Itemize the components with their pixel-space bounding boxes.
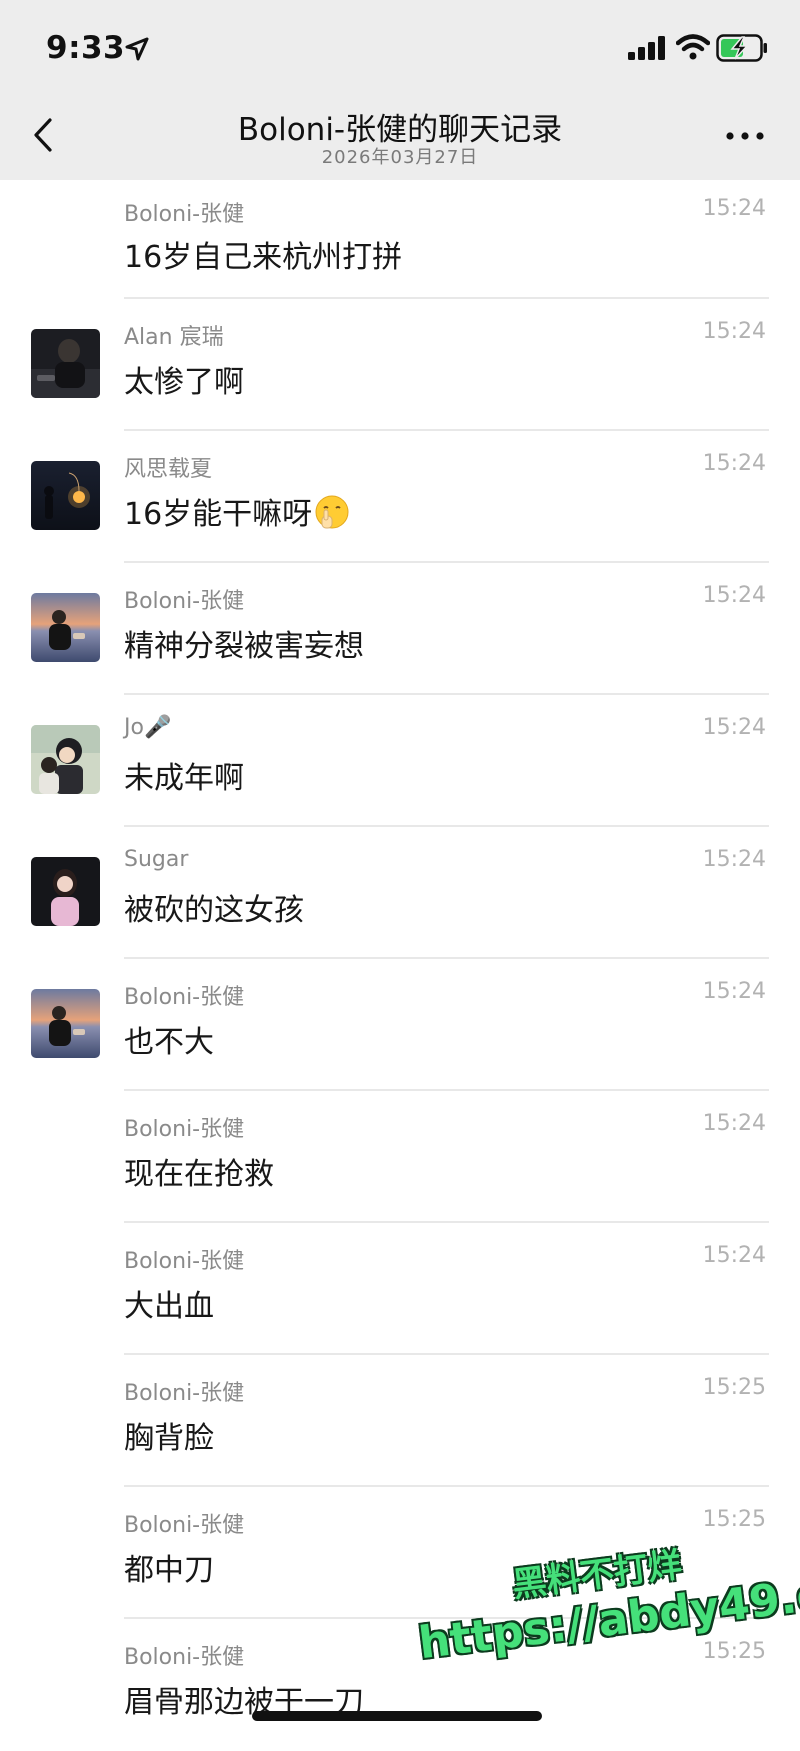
sender-name: Boloni-张健 (124, 589, 245, 614)
sender-name: Boloni-张健 (124, 1645, 245, 1670)
message-text: 未成年啊 (124, 761, 244, 796)
avatar[interactable] (31, 329, 100, 398)
avatar[interactable] (31, 593, 100, 662)
page-subtitle-date: 2026年03月27日 (321, 147, 479, 168)
message-time: 15:25 (702, 1375, 766, 1400)
message-time: 15:24 (702, 451, 766, 476)
sender-name: Boloni-张健 (124, 1381, 245, 1406)
avatar[interactable] (31, 461, 100, 530)
message-row[interactable]: 风思载夏 15:24 16岁能干嘛呀 (0, 431, 800, 563)
message-row[interactable]: Boloni-张健 15:25 眉骨那边被干一刀 (0, 1619, 800, 1751)
sender-name: Boloni-张健 (124, 1513, 245, 1538)
more-options-icon[interactable] (724, 130, 766, 142)
message-row[interactable]: Boloni-张健 15:24 也不大 (0, 959, 800, 1091)
message-time: 15:24 (702, 847, 766, 872)
avatar[interactable] (31, 857, 100, 926)
message-time: 15:24 (702, 715, 766, 740)
sender-name: 风思载夏 (124, 457, 213, 482)
message-time: 15:25 (702, 1507, 766, 1532)
message-time: 15:24 (702, 583, 766, 608)
message-text: 胸背脸 (124, 1421, 214, 1456)
message-row[interactable]: Alan 宸瑞 15:24 太惨了啊 (0, 299, 800, 431)
avatar[interactable] (31, 989, 100, 1058)
battery-charging-icon (716, 34, 767, 62)
home-indicator[interactable] (252, 1711, 542, 1721)
message-time: 15:24 (702, 1111, 766, 1136)
nav-bar: Boloni-张健的聊天记录 2026年03月27日 (0, 90, 800, 180)
location-arrow-icon (125, 37, 149, 61)
chat-record-list[interactable]: Boloni-张健 15:24 16岁自己来杭州打拼 Alan 宸瑞 15:24… (0, 180, 800, 1751)
message-time: 15:24 (702, 979, 766, 1004)
message-row[interactable]: Sugar 15:24 被砍的这女孩 (0, 827, 800, 959)
message-text: 大出血 (124, 1289, 214, 1324)
sender-name: Boloni-张健 (124, 1117, 245, 1142)
message-text: 都中刀 (124, 1553, 214, 1588)
sender-name: Jo🎤 (124, 715, 172, 740)
message-time: 15:24 (702, 196, 766, 221)
message-time: 15:25 (702, 1639, 766, 1664)
sender-name: Boloni-张健 (124, 202, 245, 227)
message-time: 15:24 (702, 319, 766, 344)
message-text: 也不大 (124, 1025, 214, 1060)
wifi-icon (676, 34, 710, 60)
message-text: 被砍的这女孩 (124, 893, 304, 928)
message-text: 太惨了啊 (124, 365, 244, 400)
message-row[interactable]: Boloni-张健 15:24 现在在抢救 (0, 1091, 800, 1223)
message-time: 15:24 (702, 1243, 766, 1268)
message-text-content: 16岁能干嘛呀 (124, 497, 313, 532)
sender-name: Alan 宸瑞 (124, 325, 224, 350)
shushing-face-emoji-icon (315, 495, 349, 529)
message-text: 16岁自己来杭州打拼 (124, 240, 403, 275)
message-text: 现在在抢救 (124, 1157, 274, 1192)
status-bar: 9:33 (0, 0, 800, 90)
message-text: 精神分裂被害妄想 (124, 629, 364, 664)
message-row[interactable]: Boloni-张健 15:24 精神分裂被害妄想 (0, 563, 800, 695)
message-row[interactable]: Boloni-张健 15:25 都中刀 (0, 1487, 800, 1619)
message-row[interactable]: Boloni-张健 15:25 胸背脸 (0, 1355, 800, 1487)
sender-name: Boloni-张健 (124, 1249, 245, 1274)
message-row[interactable]: Boloni-张健 15:24 16岁自己来杭州打拼 (0, 180, 800, 299)
sender-name: Sugar (124, 847, 189, 872)
message-row[interactable]: Jo🎤 15:24 未成年啊 (0, 695, 800, 827)
cellular-signal-icon (628, 36, 665, 60)
status-time: 9:33 (46, 30, 126, 66)
sender-name: Boloni-张健 (124, 985, 245, 1010)
message-row[interactable]: Boloni-张健 15:24 大出血 (0, 1223, 800, 1355)
avatar[interactable] (31, 725, 100, 794)
message-text: 16岁能干嘛呀 (124, 489, 350, 533)
